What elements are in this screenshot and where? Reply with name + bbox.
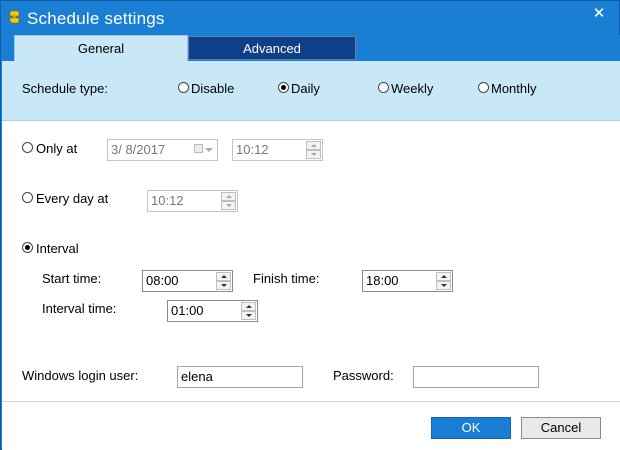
- interval-time-label: Interval time:: [42, 301, 117, 316]
- chevron-down-icon: [205, 148, 213, 152]
- dialog-footer: OK Cancel: [2, 401, 620, 450]
- windows-login-user-label: Windows login user:: [22, 368, 139, 383]
- finish-time-value: 18:00: [366, 273, 399, 288]
- spin-up-icon[interactable]: [221, 192, 236, 201]
- radio-only-at[interactable]: [22, 142, 33, 153]
- radio-monthly-label: Monthly: [491, 81, 537, 96]
- every-day-time-field[interactable]: 10:12: [147, 190, 238, 212]
- general-tab-content: Schedule type: Disable Daily Weekly Mont…: [2, 61, 620, 450]
- spin-down-icon[interactable]: [436, 281, 451, 290]
- finish-time-spinner[interactable]: [436, 272, 451, 290]
- spin-up-icon[interactable]: [436, 272, 451, 281]
- radio-disable[interactable]: [178, 82, 189, 93]
- tab-strip: General Advanced: [2, 35, 620, 61]
- radio-daily[interactable]: [278, 82, 289, 93]
- start-time-spinner[interactable]: [216, 272, 231, 290]
- close-button[interactable]: ✕: [579, 3, 619, 25]
- interval-time-field[interactable]: 01:00: [167, 300, 258, 322]
- schedule-type-panel: Schedule type: Disable Daily Weekly Mont…: [2, 61, 620, 121]
- only-at-date-picker[interactable]: 3/ 8/2017: [107, 139, 218, 161]
- interval-label: Interval: [36, 241, 79, 256]
- tab-advanced[interactable]: Advanced: [188, 36, 356, 60]
- ok-button[interactable]: OK: [431, 417, 511, 439]
- windows-login-user-value: elena: [181, 369, 213, 384]
- cancel-button[interactable]: Cancel: [521, 417, 601, 439]
- spin-down-icon[interactable]: [241, 311, 256, 320]
- interval-time-spinner[interactable]: [241, 302, 256, 320]
- tab-general[interactable]: General: [14, 35, 188, 61]
- start-time-value: 08:00: [146, 273, 179, 288]
- spin-down-icon[interactable]: [306, 150, 321, 159]
- radio-monthly[interactable]: [478, 82, 489, 93]
- radio-weekly[interactable]: [378, 82, 389, 93]
- only-at-time-value: 10:12: [236, 142, 269, 157]
- only-at-time-spinner[interactable]: [306, 141, 321, 159]
- spin-up-icon[interactable]: [241, 302, 256, 311]
- password-input[interactable]: [413, 366, 539, 388]
- every-day-time-spinner[interactable]: [221, 192, 236, 210]
- schedule-settings-window: Schedule settings ✕ General Advanced Sch…: [0, 0, 620, 450]
- radio-daily-label: Daily: [291, 81, 320, 96]
- close-icon: ✕: [592, 5, 606, 22]
- finish-time-label: Finish time:: [253, 271, 320, 286]
- every-day-at-label: Every day at: [36, 191, 109, 206]
- yellow-s-icon: [9, 10, 20, 24]
- password-label: Password:: [333, 368, 394, 383]
- title-bar: Schedule settings ✕: [1, 1, 619, 35]
- spin-down-icon[interactable]: [216, 281, 231, 290]
- only-at-label: Only at: [36, 141, 78, 156]
- interval-time-value: 01:00: [171, 303, 204, 318]
- radio-disable-label: Disable: [191, 81, 235, 96]
- schedule-type-label: Schedule type:: [22, 81, 109, 96]
- start-time-field[interactable]: 08:00: [142, 270, 233, 292]
- calendar-checkbox-icon: [194, 144, 203, 153]
- windows-login-user-input[interactable]: elena: [177, 366, 303, 388]
- radio-interval[interactable]: [22, 242, 33, 253]
- finish-time-field[interactable]: 18:00: [362, 270, 453, 292]
- spin-up-icon[interactable]: [216, 272, 231, 281]
- only-at-time-field[interactable]: 10:12: [232, 139, 323, 161]
- window-title: Schedule settings: [27, 9, 165, 28]
- radio-every-day-at[interactable]: [22, 192, 33, 203]
- spin-down-icon[interactable]: [221, 201, 236, 210]
- every-day-time-value: 10:12: [151, 193, 184, 208]
- spin-up-icon[interactable]: [306, 141, 321, 150]
- only-at-date-value: 3/ 8/2017: [111, 142, 166, 157]
- radio-weekly-label: Weekly: [391, 81, 434, 96]
- start-time-label: Start time:: [42, 271, 102, 286]
